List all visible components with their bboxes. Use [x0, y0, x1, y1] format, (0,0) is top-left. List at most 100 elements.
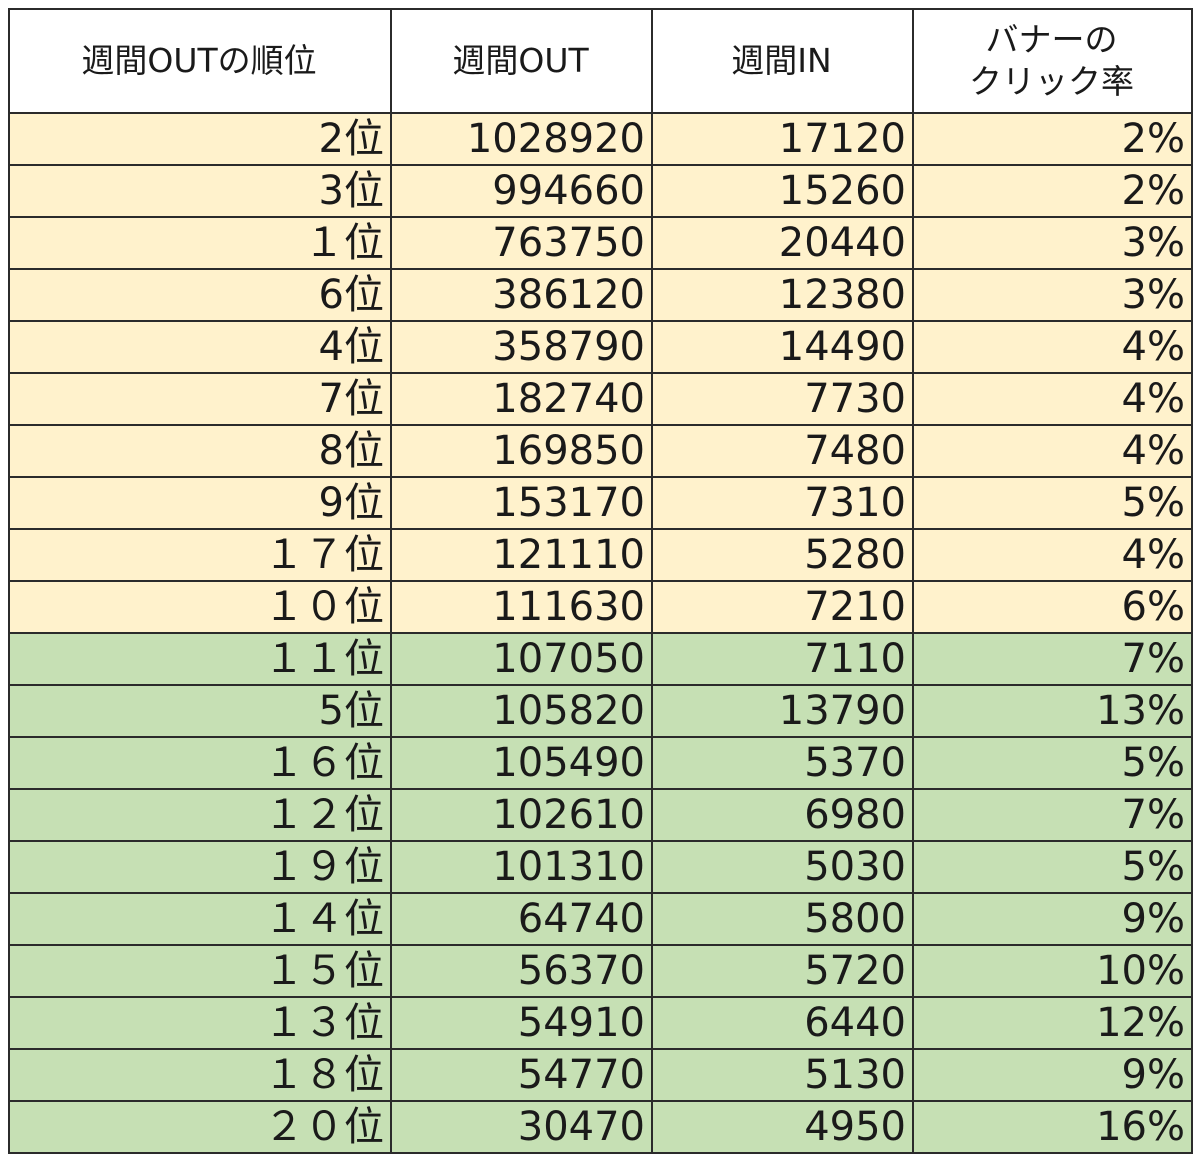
- weekly-in-cell: 7730: [651, 372, 914, 426]
- weekly-in-cell: 5720: [651, 944, 914, 998]
- rank-cell: 9位: [8, 476, 392, 530]
- header-row: 週間OUTの順位 週間OUT 週間IN バナーの クリック率: [8, 8, 1193, 114]
- rank-cell: 8位: [8, 424, 392, 478]
- header-banner-click-rate: バナーの クリック率: [912, 8, 1193, 114]
- rank-cell: １７位: [8, 528, 392, 582]
- table-row: １３位 54910 6440 12%: [8, 996, 1193, 1050]
- click-rate-cell: 13%: [912, 684, 1193, 738]
- table-row: 5位 105820 13790 13%: [8, 684, 1193, 738]
- rank-cell: １５位: [8, 944, 392, 998]
- table-row: １６位 105490 5370 5%: [8, 736, 1193, 790]
- table-row: 3位 994660 15260 2%: [8, 164, 1193, 218]
- click-rate-cell: 4%: [912, 372, 1193, 426]
- table-row: １５位 56370 5720 10%: [8, 944, 1193, 998]
- rank-cell: １６位: [8, 736, 392, 790]
- click-rate-cell: 5%: [912, 840, 1193, 894]
- weekly-in-cell: 5370: [651, 736, 914, 790]
- weekly-out-cell: 386120: [390, 268, 653, 322]
- click-rate-cell: 6%: [912, 580, 1193, 634]
- weekly-out-cell: 1028920: [390, 112, 653, 166]
- table-row: 6位 386120 12380 3%: [8, 268, 1193, 322]
- weekly-out-cell: 121110: [390, 528, 653, 582]
- table-row: 2位 1028920 17120 2%: [8, 112, 1193, 166]
- weekly-in-cell: 5280: [651, 528, 914, 582]
- table-row: １４位 64740 5800 9%: [8, 892, 1193, 946]
- weekly-out-cell: 994660: [390, 164, 653, 218]
- rank-cell: １０位: [8, 580, 392, 634]
- weekly-in-cell: 17120: [651, 112, 914, 166]
- table-row: 8位 169850 7480 4%: [8, 424, 1193, 478]
- table-row: １位 763750 20440 3%: [8, 216, 1193, 270]
- weekly-in-cell: 7310: [651, 476, 914, 530]
- rank-cell: １９位: [8, 840, 392, 894]
- weekly-in-cell: 15260: [651, 164, 914, 218]
- rank-cell: 3位: [8, 164, 392, 218]
- table-row: １０位 111630 7210 6%: [8, 580, 1193, 634]
- click-rate-cell: 4%: [912, 424, 1193, 478]
- table-body: 2位 1028920 17120 2% 3位 994660 15260 2% １位 763750 2…: [8, 112, 1193, 1154]
- rank-cell: 7位: [8, 372, 392, 426]
- header-weekly-out: 週間OUT: [390, 8, 653, 114]
- ranking-table: 週間OUTの順位 週間OUT 週間IN バナーの クリック率 2位 1028920…: [8, 8, 1193, 1154]
- rank-cell: 6位: [8, 268, 392, 322]
- weekly-out-cell: 107050: [390, 632, 653, 686]
- weekly-in-cell: 5800: [651, 892, 914, 946]
- rank-cell: １１位: [8, 632, 392, 686]
- weekly-in-cell: 14490: [651, 320, 914, 374]
- header-weekly-in: 週間IN: [651, 8, 914, 114]
- table-header: 週間OUTの順位 週間OUT 週間IN バナーの クリック率: [8, 8, 1193, 114]
- table-row: ２０位 30470 4950 16%: [8, 1100, 1193, 1154]
- table-row: １８位 54770 5130 9%: [8, 1048, 1193, 1102]
- weekly-out-cell: 54910: [390, 996, 653, 1050]
- table-row: 9位 153170 7310 5%: [8, 476, 1193, 530]
- weekly-in-cell: 4950: [651, 1100, 914, 1154]
- weekly-out-cell: 105490: [390, 736, 653, 790]
- table-row: １９位 101310 5030 5%: [8, 840, 1193, 894]
- rank-cell: １位: [8, 216, 392, 270]
- click-rate-cell: 5%: [912, 736, 1193, 790]
- weekly-in-cell: 5030: [651, 840, 914, 894]
- click-rate-cell: 3%: [912, 268, 1193, 322]
- table-row: 4位 358790 14490 4%: [8, 320, 1193, 374]
- click-rate-cell: 9%: [912, 892, 1193, 946]
- click-rate-cell: 4%: [912, 528, 1193, 582]
- click-rate-cell: 7%: [912, 788, 1193, 842]
- header-banner-click-rate-line1: バナーの: [985, 20, 1118, 59]
- click-rate-cell: 10%: [912, 944, 1193, 998]
- rank-cell: 5位: [8, 684, 392, 738]
- rank-cell: ２０位: [8, 1100, 392, 1154]
- header-weekly-out-rank: 週間OUTの順位: [8, 8, 392, 114]
- weekly-in-cell: 20440: [651, 216, 914, 270]
- click-rate-cell: 7%: [912, 632, 1193, 686]
- table-row: １２位 102610 6980 7%: [8, 788, 1193, 842]
- click-rate-cell: 12%: [912, 996, 1193, 1050]
- rank-cell: １３位: [8, 996, 392, 1050]
- rank-cell: １４位: [8, 892, 392, 946]
- weekly-out-cell: 105820: [390, 684, 653, 738]
- weekly-out-cell: 182740: [390, 372, 653, 426]
- weekly-out-cell: 763750: [390, 216, 653, 270]
- click-rate-cell: 2%: [912, 164, 1193, 218]
- click-rate-cell: 3%: [912, 216, 1193, 270]
- click-rate-cell: 16%: [912, 1100, 1193, 1154]
- table-row: 7位 182740 7730 4%: [8, 372, 1193, 426]
- click-rate-cell: 4%: [912, 320, 1193, 374]
- table-row: １７位 121110 5280 4%: [8, 528, 1193, 582]
- weekly-in-cell: 7210: [651, 580, 914, 634]
- header-banner-click-rate-line2: クリック率: [969, 62, 1134, 101]
- weekly-in-cell: 6980: [651, 788, 914, 842]
- rank-cell: １８位: [8, 1048, 392, 1102]
- weekly-out-cell: 111630: [390, 580, 653, 634]
- click-rate-cell: 5%: [912, 476, 1193, 530]
- weekly-out-cell: 54770: [390, 1048, 653, 1102]
- rank-cell: 2位: [8, 112, 392, 166]
- weekly-out-cell: 153170: [390, 476, 653, 530]
- weekly-in-cell: 13790: [651, 684, 914, 738]
- weekly-out-cell: 102610: [390, 788, 653, 842]
- weekly-out-cell: 64740: [390, 892, 653, 946]
- rank-cell: １２位: [8, 788, 392, 842]
- table-row: １１位 107050 7110 7%: [8, 632, 1193, 686]
- weekly-in-cell: 12380: [651, 268, 914, 322]
- weekly-in-cell: 7480: [651, 424, 914, 478]
- weekly-in-cell: 6440: [651, 996, 914, 1050]
